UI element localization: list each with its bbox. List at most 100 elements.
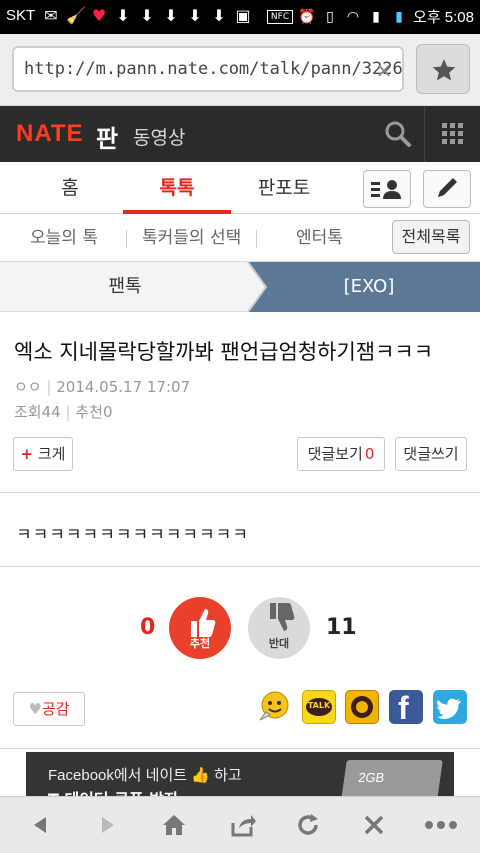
subnav-entertalk[interactable]: 엔터톡: [296, 214, 343, 262]
content-divider: [0, 566, 480, 567]
banner-line1: Facebook에서 네이트 👍 하고: [48, 764, 242, 785]
bookmark-button[interactable]: [416, 44, 470, 94]
recommend-label: 추천: [75, 403, 103, 421]
subnav-divider: [126, 230, 127, 248]
clock: 오후 5:08: [413, 9, 474, 26]
carrier-label: SKT: [6, 7, 36, 24]
view-comments-label: 댓글보기: [307, 445, 363, 463]
upvote-button[interactable]: 추천: [169, 597, 231, 659]
kakaostory-icon: [351, 696, 373, 718]
twitter-bird-icon: [437, 698, 461, 719]
subnav-talkers-choice[interactable]: 톡커들의 선택: [142, 214, 241, 262]
vibrate-icon: ▯: [326, 8, 334, 25]
comment-count: 0: [364, 445, 375, 463]
thumbs-up-icon: 👍: [191, 767, 210, 784]
browser-url-bar: http://m.pann.nate.com/talk/pann/3226 ✕: [0, 34, 480, 106]
smiley-chat-icon: [259, 691, 289, 721]
download-icon: ⬇: [212, 6, 226, 25]
empathy-label: 공감: [41, 700, 70, 718]
downvote-count: 11: [326, 615, 357, 640]
upvote-label: 추천: [189, 637, 211, 650]
download-icon: ⬇: [116, 6, 130, 25]
status-right: NFC ⏰ ▯ ◠ ▮ ▮ 오후 5:08: [267, 6, 474, 27]
facebook-icon: f: [398, 690, 409, 726]
pencil-icon: [438, 178, 457, 197]
plus-icon: +: [20, 445, 34, 463]
nate-logo[interactable]: NATE: [16, 120, 84, 148]
view-comments-button[interactable]: 댓글보기 0: [297, 437, 385, 471]
url-input[interactable]: http://m.pann.nate.com/talk/pann/3226: [12, 46, 404, 92]
share-icon[interactable]: [228, 811, 256, 839]
subnav-today-talk[interactable]: 오늘의 톡: [30, 214, 98, 262]
home-icon[interactable]: [160, 811, 188, 839]
upvote-count: 0: [140, 615, 156, 640]
downvote-label: 반대: [268, 637, 290, 650]
article-meta-stats: 조회44 | 추천0: [14, 401, 112, 422]
content-divider: [0, 492, 480, 493]
twitter-share-button[interactable]: [433, 690, 467, 724]
recommend-count: 0: [102, 403, 113, 421]
download-icon: ⬇: [140, 6, 154, 25]
message-icon: ✉: [44, 6, 58, 25]
meta-separator: |: [65, 403, 71, 421]
ad-banner[interactable]: Facebook에서 네이트 👍 하고 T 데이터 쿠폰 받자 2GB: [26, 752, 454, 796]
header-divider: [424, 106, 425, 162]
enlarge-text-button[interactable]: + 크게: [13, 437, 73, 471]
tab-pannphoto[interactable]: 판포토: [234, 162, 334, 214]
post-date: 2014.05.17 17:07: [56, 378, 191, 396]
enlarge-label: 크게: [37, 445, 66, 463]
star-icon: [432, 59, 456, 81]
more-menu-icon[interactable]: [424, 811, 458, 839]
kakaotalk-share-button[interactable]: TALK: [302, 690, 336, 724]
sub-navigation: 오늘의 톡 톡커들의 선택 엔터톡 전체목록: [0, 214, 480, 262]
write-comment-button[interactable]: 댓글쓰기: [395, 437, 467, 471]
user-list-icon: [371, 180, 401, 199]
tab-home[interactable]: 홈: [20, 162, 120, 214]
notification-icons: ✉ 🧹 ♥ ⬇ ⬇ ⬇ ⬇ ⬇ ▣: [42, 6, 252, 26]
breadcrumb-exo[interactable]: [EXO]: [258, 262, 480, 312]
forward-arrow-icon[interactable]: [94, 811, 122, 839]
clear-url-icon[interactable]: ✕: [373, 60, 395, 82]
facebook-share-button[interactable]: f: [389, 690, 423, 726]
emoticon-share-button[interactable]: [256, 690, 290, 724]
article-body: ㅋㅋㅋㅋㅋㅋㅋㅋㅋㅋㅋㅋㅋㅋ: [16, 525, 249, 545]
pann-logo[interactable]: 판: [96, 119, 118, 154]
downvote-button[interactable]: 반대: [248, 597, 310, 659]
broom-icon: 🧹: [66, 6, 86, 25]
nfc-icon: NFC: [267, 9, 294, 24]
banner-line1-text: Facebook에서 네이트: [48, 767, 188, 784]
download-icon: ⬇: [164, 6, 178, 25]
banner-badge-text: 2GB: [357, 770, 386, 785]
download-icon: ⬇: [188, 6, 202, 25]
author-name: ㅇㅇ: [14, 378, 42, 396]
meta-separator: |: [46, 378, 52, 396]
kakaostory-share-button[interactable]: [345, 690, 379, 724]
close-icon[interactable]: [360, 811, 388, 839]
refresh-icon[interactable]: [294, 811, 322, 839]
grid-menu-icon[interactable]: [442, 123, 464, 145]
banner-line1-suffix: 하고: [214, 767, 242, 784]
my-page-button[interactable]: [363, 170, 411, 208]
banner-line2: T 데이터 쿠폰 받자: [48, 786, 179, 796]
banner-2gb-badge: 2GB: [341, 760, 443, 796]
article-title: 엑소 지네몰락당할까봐 팬언급엄청하기잼ㅋㅋㅋ: [14, 340, 434, 364]
heart-app-icon: ♥: [91, 6, 107, 25]
heart-icon: ♥: [28, 700, 42, 718]
content-divider: [0, 748, 480, 749]
image-icon: ▣: [235, 6, 251, 25]
browser-bottom-bar: [0, 796, 480, 853]
breadcrumb: 팬톡 [EXO]: [0, 262, 480, 312]
site-header: NATE 판 동영상: [0, 106, 480, 162]
tab-toktok[interactable]: 톡톡: [123, 162, 231, 214]
all-list-button[interactable]: 전체목록: [392, 220, 470, 254]
search-icon[interactable]: [384, 120, 412, 148]
video-link[interactable]: 동영상: [133, 123, 185, 150]
status-bar: SKT ✉ 🧹 ♥ ⬇ ⬇ ⬇ ⬇ ⬇ ▣ NFC ⏰ ▯ ◠ ▮ ▮ 오후 5…: [0, 0, 480, 34]
back-arrow-icon[interactable]: [26, 811, 54, 839]
empathy-button[interactable]: ♥공감: [13, 692, 85, 726]
views-count: 44: [41, 403, 61, 421]
subnav-divider: [256, 230, 257, 248]
write-button[interactable]: [423, 170, 471, 208]
alarm-icon: ⏰: [298, 8, 316, 25]
kakaotalk-label: TALK: [307, 701, 331, 710]
